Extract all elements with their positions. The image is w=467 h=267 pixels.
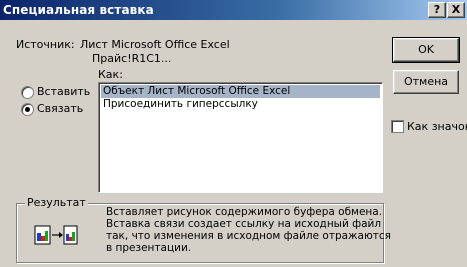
result-line: Вставляет рисунок содержимого буфера обм… [106,206,383,218]
as-icon-label[interactable]: Как значок [407,120,467,133]
source-range: Прайс!R1C1... [92,52,172,65]
ok-button[interactable]: OK [392,37,460,63]
result-line: в презентации. [106,242,192,254]
source-name: Лист Microsoft Office Excel [80,38,230,51]
as-label: Как: [98,68,123,81]
paste-as-list[interactable]: Объект Лист Microsoft Office Excel Присо… [98,82,383,193]
result-line: Вставка связи создает ссылку на исходный… [106,218,382,230]
cancel-button[interactable]: Отмена [393,70,459,94]
source-label: Источник: [16,38,75,51]
paste-radio[interactable] [21,86,34,99]
paste-link-icon [34,225,78,245]
as-icon-checkbox[interactable] [391,120,404,133]
result-description: Вставляет рисунок содержимого буфера обм… [106,206,391,254]
result-line: так, что изменения в исходном файле отра… [106,230,391,242]
list-item[interactable]: Присоединить гиперссылку [101,98,260,111]
help-button[interactable]: ? [428,2,446,18]
paste-radio-label[interactable]: Вставить [37,85,90,98]
window-title: Специальная вставка [3,3,154,17]
list-item[interactable]: Объект Лист Microsoft Office Excel [101,85,380,98]
close-button[interactable]: X [447,2,465,18]
result-legend: Результат [25,196,88,209]
link-radio-label[interactable]: Связать [37,102,83,115]
title-bar: Специальная вставка ? X [0,0,467,20]
link-radio[interactable] [21,103,34,116]
